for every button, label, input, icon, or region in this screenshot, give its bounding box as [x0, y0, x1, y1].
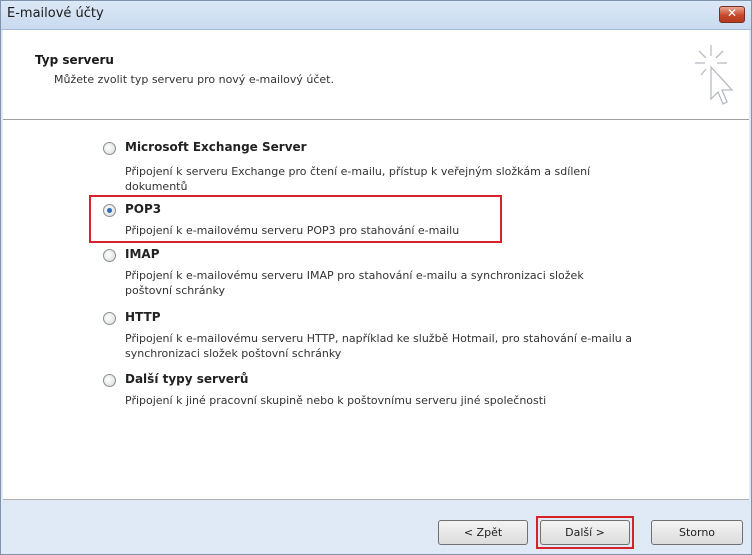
email-accounts-dialog: E-mailové účty ✕ Typ serveru Můžete zvol…	[0, 0, 752, 555]
back-button[interactable]: < Zpět	[438, 520, 528, 545]
radio-http[interactable]	[103, 312, 116, 325]
title-bar: E-mailové účty ✕	[1, 1, 751, 30]
page-title: Typ serveru	[35, 53, 114, 67]
window-title: E-mailové účty	[7, 6, 104, 21]
option-description: Připojení k serveru Exchange pro čtení e…	[125, 165, 591, 193]
option-description: Připojení k e-mailovému serveru IMAP pro…	[125, 269, 584, 297]
page-subtitle: Můžete zvolit typ serveru pro nový e-mai…	[54, 73, 334, 86]
option-label: HTTP	[125, 310, 161, 324]
pop3-highlight-box	[89, 195, 502, 243]
server-type-options: Microsoft Exchange Server Připojení k se…	[3, 120, 749, 500]
option-label: Microsoft Exchange Server	[125, 140, 307, 154]
radio-imap[interactable]	[103, 249, 116, 262]
option-label: Další typy serverů	[125, 372, 249, 386]
option-label: IMAP	[125, 247, 160, 261]
cancel-button[interactable]: Storno	[651, 520, 743, 545]
close-button[interactable]: ✕	[719, 6, 745, 23]
next-highlight-box	[536, 516, 634, 549]
wizard-header: Typ serveru Můžete zvolit typ serveru pr…	[3, 30, 749, 120]
pointer-cursor-icon	[695, 45, 734, 105]
option-description: Připojení k e-mailovému serveru HTTP, na…	[125, 332, 632, 360]
option-description: Připojení k jiné pracovní skupině nebo k…	[125, 394, 547, 407]
radio-other[interactable]	[103, 374, 116, 387]
close-icon: ✕	[726, 6, 738, 20]
radio-exchange[interactable]	[103, 142, 116, 155]
